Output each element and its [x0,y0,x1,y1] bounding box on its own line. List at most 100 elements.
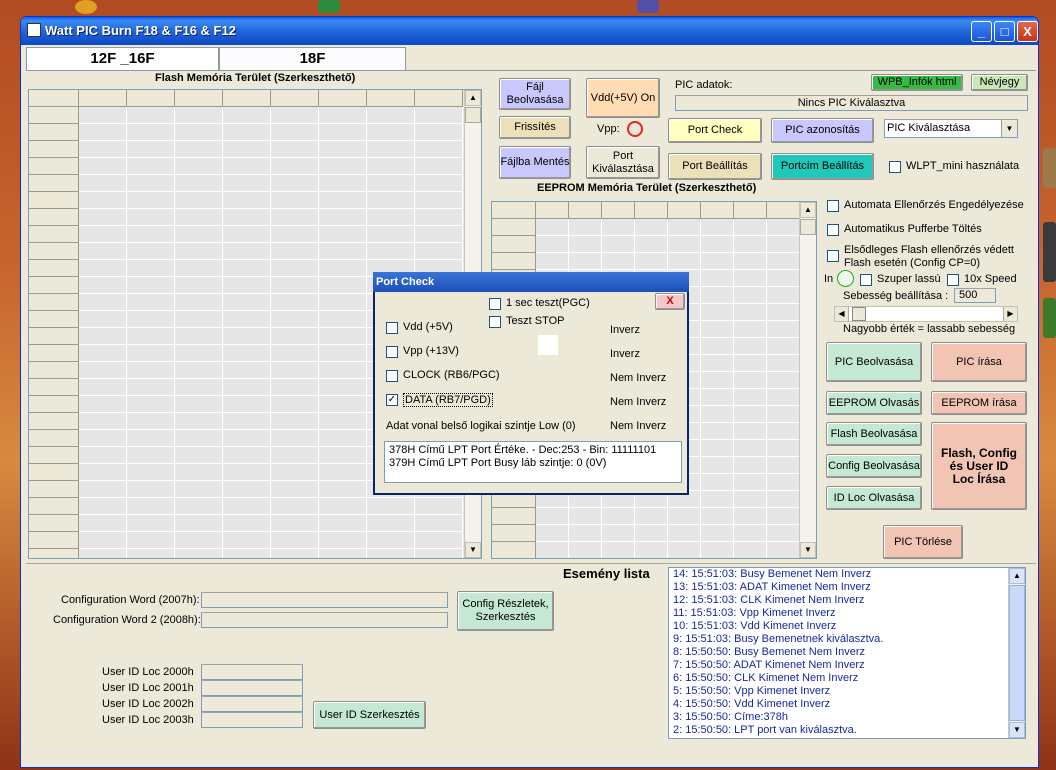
test-1sec-checkbox[interactable] [489,298,501,310]
grid-cell[interactable] [767,236,800,253]
grid-cell[interactable] [701,270,734,287]
grid-cell[interactable] [127,464,175,481]
vdd-on-button[interactable]: Vdd(+5V) On [586,78,660,118]
grid-cell[interactable] [127,413,175,430]
event-list-item[interactable]: 8: 15:50:50: Busy Bemenet Nem Inverz [669,646,1025,659]
grid-row-header[interactable] [492,542,536,558]
grid-row-header[interactable] [29,107,79,124]
grid-row-header[interactable] [29,277,79,294]
event-list-item[interactable]: 3: 15:50:50: Címe:378h [669,711,1025,724]
grid-cell[interactable] [175,328,223,345]
grid-cell[interactable] [415,532,463,549]
grid-cell[interactable] [79,311,127,328]
grid-cell[interactable] [175,362,223,379]
grid-cell[interactable] [635,525,668,542]
grid-cell[interactable] [79,362,127,379]
port-settings-button[interactable]: Port Beállítás [668,153,762,180]
scroll-thumb[interactable] [800,219,816,235]
grid-cell[interactable] [701,525,734,542]
grid-cell[interactable] [767,202,800,219]
grid-cell[interactable] [701,542,734,558]
grid-cell[interactable] [175,107,223,124]
grid-cell[interactable] [602,202,635,219]
grid-cell[interactable] [668,253,701,270]
grid-cell[interactable] [79,107,127,124]
grid-cell[interactable] [767,219,800,236]
grid-cell[interactable] [701,304,734,321]
grid-cell[interactable] [319,464,367,481]
grid-cell[interactable] [223,260,271,277]
grid-cell[interactable] [79,90,127,107]
grid-row-header[interactable] [29,192,79,209]
grid-row-header[interactable] [492,253,536,270]
grid-row-header[interactable] [29,226,79,243]
grid-cell[interactable] [127,243,175,260]
grid-row-header[interactable] [29,464,79,481]
grid-cell[interactable] [415,141,463,158]
grid-cell[interactable] [175,430,223,447]
grid-cell[interactable] [734,542,767,558]
grid-cell[interactable] [79,464,127,481]
grid-cell[interactable] [734,202,767,219]
grid-cell[interactable] [319,328,367,345]
grid-cell[interactable] [79,328,127,345]
grid-cell[interactable] [701,202,734,219]
grid-cell[interactable] [223,141,271,158]
scroll-down-icon[interactable]: ▼ [465,542,481,558]
grid-cell[interactable] [271,464,319,481]
grid-cell[interactable] [127,141,175,158]
grid-cell[interactable] [734,236,767,253]
grid-cell[interactable] [767,355,800,372]
save-file-button[interactable]: Fájlba Mentés [499,146,571,179]
grid-cell[interactable] [319,481,367,498]
desktop-shortcut-icon[interactable] [637,0,659,13]
grid-cell[interactable] [668,236,701,253]
pic-write-button[interactable]: PIC írása [931,342,1027,382]
grid-cell[interactable] [319,345,367,362]
grid-cell[interactable] [79,243,127,260]
grid-cell[interactable] [319,124,367,141]
eeprom-write-button[interactable]: EEPROM írása [931,391,1027,415]
grid-cell[interactable] [223,430,271,447]
grid-cell[interactable] [415,124,463,141]
grid-cell[interactable] [223,209,271,226]
grid-cell[interactable] [767,287,800,304]
grid-cell[interactable] [367,107,415,124]
grid-cell[interactable] [127,430,175,447]
grid-cell[interactable] [127,532,175,549]
grid-row-header[interactable] [29,379,79,396]
grid-cell[interactable] [635,236,668,253]
grid-cell[interactable] [175,175,223,192]
grid-cell[interactable] [734,457,767,474]
scroll-down-icon[interactable]: ▼ [1009,722,1025,738]
grid-cell[interactable] [271,311,319,328]
event-list-item[interactable]: 14: 15:51:03: Busy Bemenet Nem Inverz [669,568,1025,581]
grid-cell[interactable] [734,389,767,406]
grid-cell[interactable] [701,321,734,338]
grid-cell[interactable] [319,549,367,558]
wlpt-mini-checkbox[interactable] [889,161,901,173]
vpp-checkbox[interactable] [386,346,398,358]
grid-cell[interactable] [734,219,767,236]
grid-cell[interactable] [668,525,701,542]
event-list-item[interactable]: 7: 15:50:50: ADAT Kimenet Nem Inverz [669,659,1025,672]
data-checkbox[interactable]: ✓ [386,394,398,406]
file-read-button[interactable]: Fájl Beolvasása [499,78,571,110]
grid-cell[interactable] [223,328,271,345]
grid-cell[interactable] [271,209,319,226]
pic-erase-button[interactable]: PIC Törlése [883,525,963,559]
port-address-settings-button[interactable]: Portcím Beállítás [771,153,874,180]
grid-cell[interactable] [319,311,367,328]
grid-cell[interactable] [79,515,127,532]
grid-row-header[interactable] [29,362,79,379]
speed-value-field[interactable]: 500 [954,288,996,303]
grid-cell[interactable] [668,508,701,525]
grid-cell[interactable] [701,253,734,270]
grid-cell[interactable] [223,532,271,549]
grid-cell[interactable] [79,175,127,192]
grid-row-header[interactable] [492,219,536,236]
grid-cell[interactable] [415,226,463,243]
grid-cell[interactable] [668,219,701,236]
grid-cell[interactable] [271,481,319,498]
grid-cell[interactable] [175,379,223,396]
